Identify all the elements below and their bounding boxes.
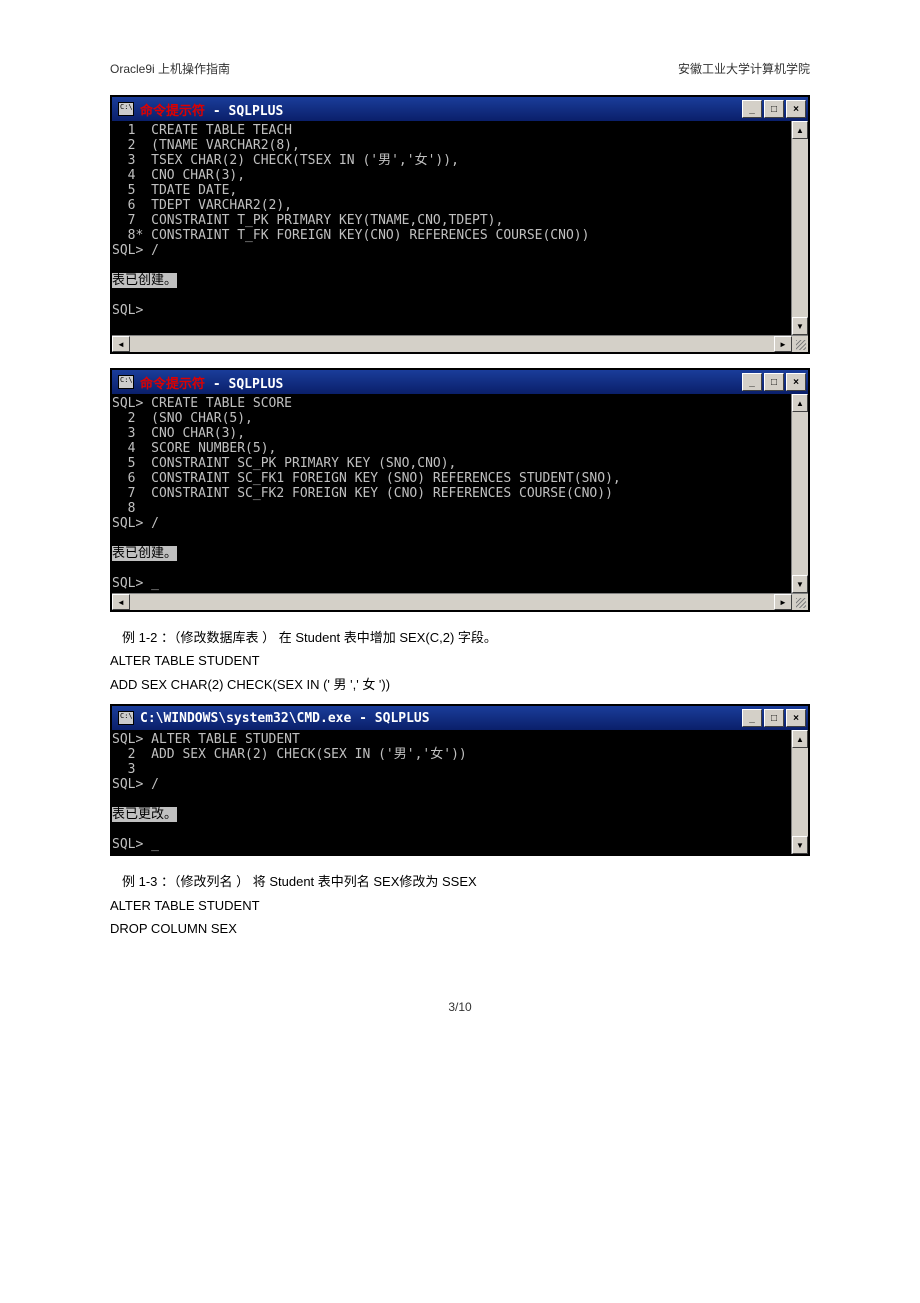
titlebar[interactable]: C:\WINDOWS\system32\CMD.exe - SQLPLUS _ … <box>112 706 808 730</box>
example-caption: 例 1-3 ：（修改列名 ） 将 Student 表中列名 SEX修改为 SSE… <box>122 870 810 893</box>
scroll-up-button[interactable]: ▲ <box>792 394 808 412</box>
cmd-icon <box>118 711 134 725</box>
vertical-scrollbar[interactable]: ▲ ▼ <box>791 730 808 854</box>
window-title: C:\WINDOWS\system32\CMD.exe - SQLPLUS <box>140 711 742 726</box>
resize-grip[interactable] <box>792 336 808 352</box>
scroll-right-button[interactable]: ► <box>774 336 792 352</box>
terminal-body: SQL> ALTER TABLE STUDENT 2 ADD SEX CHAR(… <box>112 730 808 854</box>
window-title: 命令提示符 - SQLPLUS <box>140 100 742 119</box>
scroll-down-button[interactable]: ▼ <box>792 836 808 854</box>
window-buttons: _ □ × <box>742 100 806 118</box>
titlebar[interactable]: 命令提示符 - SQLPLUS _ □ × <box>112 370 808 394</box>
maximize-button[interactable]: □ <box>764 709 784 727</box>
scroll-track[interactable] <box>792 412 808 575</box>
vertical-scrollbar[interactable]: ▲ ▼ <box>791 394 808 593</box>
scroll-track[interactable] <box>130 594 774 610</box>
sql-statement: DROP COLUMN SEX <box>110 917 810 940</box>
window-buttons: _ □ × <box>742 709 806 727</box>
minimize-button[interactable]: _ <box>742 709 762 727</box>
close-button[interactable]: × <box>786 100 806 118</box>
body-paragraph-1: 例 1-2 ：（修改数据库表 ） 在 Student 表中增加 SEX(C,2)… <box>110 626 810 696</box>
titlebar[interactable]: 命令提示符 - SQLPLUS _ □ × <box>112 97 808 121</box>
sql-statement: ALTER TABLE STUDENT <box>110 894 810 917</box>
terminal-content[interactable]: SQL> ALTER TABLE STUDENT 2 ADD SEX CHAR(… <box>112 730 791 854</box>
terminal-content[interactable]: 1 CREATE TABLE TEACH 2 (TNAME VARCHAR2(8… <box>112 121 791 335</box>
example-caption: 例 1-2 ：（修改数据库表 ） 在 Student 表中增加 SEX(C,2)… <box>122 626 810 649</box>
maximize-button[interactable]: □ <box>764 373 784 391</box>
scroll-up-button[interactable]: ▲ <box>792 121 808 139</box>
window-buttons: _ □ × <box>742 373 806 391</box>
scroll-down-button[interactable]: ▼ <box>792 317 808 335</box>
sql-statement: ADD SEX CHAR(2) CHECK(SEX IN (' 男 ',' 女 … <box>110 673 810 696</box>
title-prefix: 命令提示符 <box>140 104 205 119</box>
vertical-scrollbar[interactable]: ▲ ▼ <box>791 121 808 335</box>
scroll-left-button[interactable]: ◄ <box>112 336 130 352</box>
scroll-left-button[interactable]: ◄ <box>112 594 130 610</box>
close-button[interactable]: × <box>786 373 806 391</box>
cmd-icon <box>118 375 134 389</box>
page-number: 3/10 <box>110 1000 810 1014</box>
terminal-window-2: 命令提示符 - SQLPLUS _ □ × SQL> CREATE TABLE … <box>110 368 810 612</box>
scroll-track[interactable] <box>130 336 774 352</box>
window-title: 命令提示符 - SQLPLUS <box>140 373 742 392</box>
cmd-icon <box>118 102 134 116</box>
horizontal-scrollbar[interactable]: ◄ ► <box>112 335 808 352</box>
scroll-up-button[interactable]: ▲ <box>792 730 808 748</box>
scroll-track[interactable] <box>792 139 808 317</box>
terminal-window-3: C:\WINDOWS\system32\CMD.exe - SQLPLUS _ … <box>110 704 810 856</box>
close-button[interactable]: × <box>786 709 806 727</box>
title-text: C:\WINDOWS\system32\CMD.exe - SQLPLUS <box>140 711 430 726</box>
scroll-track[interactable] <box>792 748 808 836</box>
body-paragraph-2: 例 1-3 ：（修改列名 ） 将 Student 表中列名 SEX修改为 SSE… <box>110 870 810 940</box>
minimize-button[interactable]: _ <box>742 373 762 391</box>
scroll-right-button[interactable]: ► <box>774 594 792 610</box>
page-header: Oracle9i 上机操作指南 安徽工业大学计算机学院 <box>110 60 810 77</box>
sql-statement: ALTER TABLE STUDENT <box>110 649 810 672</box>
terminal-window-1: 命令提示符 - SQLPLUS _ □ × 1 CREATE TABLE TEA… <box>110 95 810 354</box>
scroll-down-button[interactable]: ▼ <box>792 575 808 593</box>
title-suffix: - SQLPLUS <box>205 377 283 392</box>
terminal-body: 1 CREATE TABLE TEACH 2 (TNAME VARCHAR2(8… <box>112 121 808 335</box>
title-suffix: - SQLPLUS <box>205 104 283 119</box>
horizontal-scrollbar[interactable]: ◄ ► <box>112 593 808 610</box>
maximize-button[interactable]: □ <box>764 100 784 118</box>
header-right: 安徽工业大学计算机学院 <box>678 60 810 77</box>
title-prefix: 命令提示符 <box>140 377 205 392</box>
document-page: Oracle9i 上机操作指南 安徽工业大学计算机学院 命令提示符 - SQLP… <box>0 0 920 1034</box>
minimize-button[interactable]: _ <box>742 100 762 118</box>
terminal-body: SQL> CREATE TABLE SCORE 2 (SNO CHAR(5), … <box>112 394 808 593</box>
header-left: Oracle9i 上机操作指南 <box>110 60 230 77</box>
terminal-content[interactable]: SQL> CREATE TABLE SCORE 2 (SNO CHAR(5), … <box>112 394 791 593</box>
resize-grip[interactable] <box>792 594 808 610</box>
